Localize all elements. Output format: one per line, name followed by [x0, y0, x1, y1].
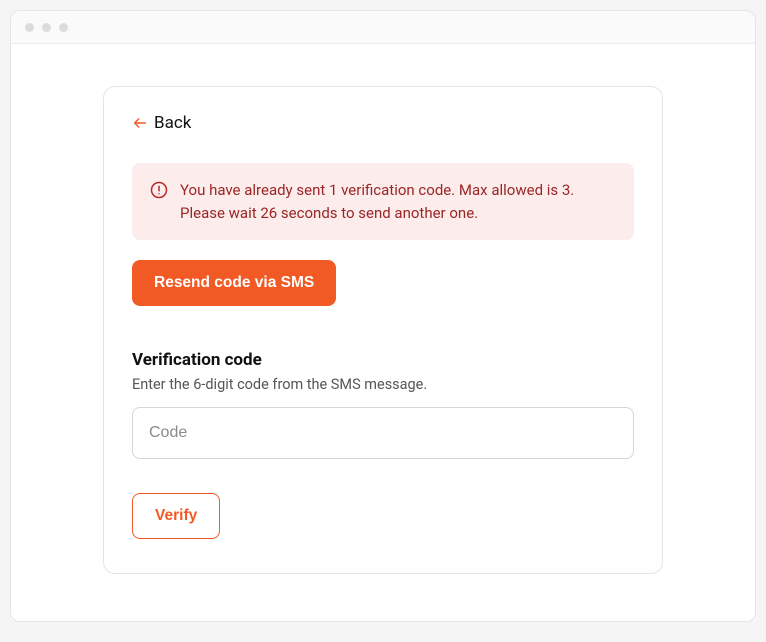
verification-code-input[interactable]	[132, 407, 634, 459]
field-label: Verification code	[132, 350, 634, 370]
verify-button[interactable]: Verify	[132, 493, 220, 539]
arrow-left-icon	[132, 115, 148, 131]
alert-message: You have already sent 1 verification cod…	[180, 179, 616, 224]
browser-window: Back You have already sent 1 verificatio…	[10, 10, 756, 622]
alert-circle-icon	[150, 179, 168, 224]
resend-sms-button[interactable]: Resend code via SMS	[132, 260, 336, 306]
content-area: Back You have already sent 1 verificatio…	[11, 43, 755, 622]
window-dot	[59, 23, 68, 32]
browser-chrome	[11, 11, 755, 43]
alert-banner: You have already sent 1 verification cod…	[132, 163, 634, 240]
window-dot	[42, 23, 51, 32]
back-button[interactable]: Back	[132, 113, 191, 133]
field-help: Enter the 6-digit code from the SMS mess…	[132, 376, 634, 393]
window-dot	[25, 23, 34, 32]
back-label: Back	[154, 113, 191, 133]
verification-card: Back You have already sent 1 verificatio…	[103, 86, 663, 574]
